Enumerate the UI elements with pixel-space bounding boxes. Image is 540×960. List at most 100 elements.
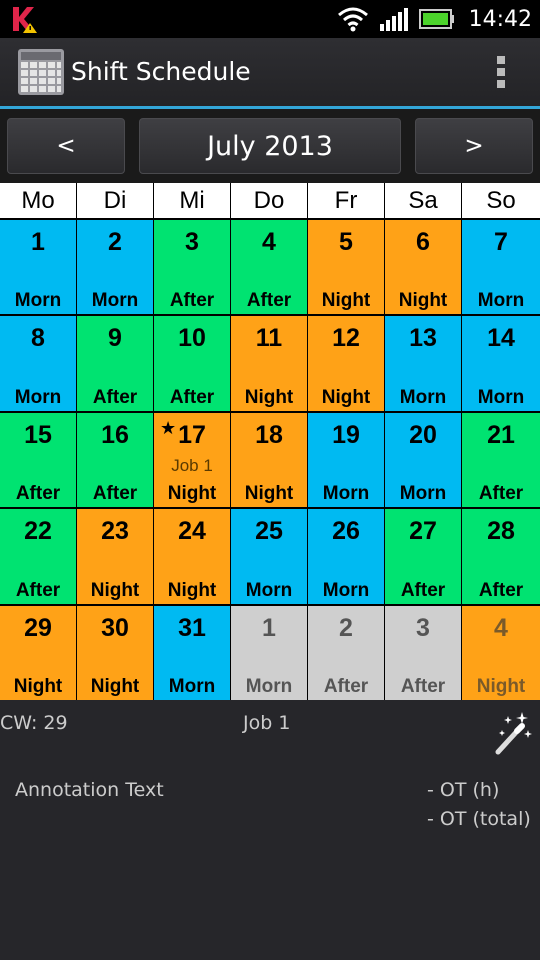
shift-label: Morn bbox=[477, 386, 525, 408]
shift-label: Night bbox=[244, 483, 294, 505]
calendar-day-cell[interactable]: 8 Morn bbox=[0, 316, 76, 411]
overtime-hours: - OT (h) bbox=[427, 779, 500, 801]
app-title: Shift Schedule bbox=[71, 57, 251, 86]
calendar-day-cell[interactable]: 19 Morn bbox=[308, 412, 384, 508]
calendar-day-cell[interactable]: 9 After bbox=[77, 316, 153, 411]
app-calendar-icon[interactable] bbox=[18, 49, 64, 95]
shift-label: Morn bbox=[245, 579, 293, 601]
calendar-day-cell[interactable]: 5 Night bbox=[308, 220, 384, 315]
signal-icon bbox=[379, 8, 408, 31]
shift-label: Night bbox=[321, 386, 371, 408]
calendar-day-cell[interactable]: 2 Morn bbox=[77, 220, 153, 315]
shift-label: After bbox=[478, 579, 524, 601]
shift-label: Morn bbox=[322, 579, 370, 601]
calendar-day-cell[interactable]: 1 Morn bbox=[231, 605, 307, 700]
calendar-day-cell[interactable]: 1 Morn bbox=[0, 220, 76, 315]
day-number: 28 bbox=[487, 517, 515, 546]
month-title-button[interactable]: July 2013 bbox=[139, 118, 401, 174]
day-number: 22 bbox=[24, 517, 52, 546]
day-number: 4 bbox=[494, 613, 508, 642]
weekday-header: Mo bbox=[0, 183, 76, 218]
calendar-day-cell[interactable]: 29 Night bbox=[0, 605, 76, 700]
day-number: 30 bbox=[101, 613, 129, 642]
weekday-header: Sa bbox=[385, 183, 461, 218]
shift-label: Morn bbox=[91, 290, 139, 312]
shift-label: Morn bbox=[322, 483, 370, 505]
weekday-header: Fr bbox=[308, 183, 384, 218]
shift-label: Morn bbox=[399, 483, 447, 505]
shift-label: Night bbox=[90, 675, 140, 697]
calendar-day-cell[interactable]: 25 Morn bbox=[231, 509, 307, 604]
calendar-day-cell[interactable]: 13 Morn bbox=[385, 316, 461, 411]
annotation-text: Annotation Text bbox=[15, 779, 164, 801]
calendar-grid: Mo Di Mi Do Fr Sa So 1 Morn 2 Morn 3 After 4 Af… bbox=[0, 183, 540, 700]
calendar-day-cell[interactable]: 31 Morn bbox=[154, 605, 230, 700]
k-notification-icon bbox=[10, 4, 40, 34]
weekday-header: Di bbox=[77, 183, 153, 218]
shift-label: Morn bbox=[168, 675, 216, 697]
calendar-week-label: CW: 29 bbox=[0, 712, 68, 734]
shift-label: Night bbox=[398, 290, 448, 312]
calendar-day-cell[interactable]: 20 Morn bbox=[385, 412, 461, 508]
day-number: 6 bbox=[416, 228, 430, 256]
calendar-day-cell[interactable]: 22 After bbox=[0, 509, 76, 604]
calendar-day-cell[interactable]: 4 Night bbox=[462, 605, 540, 700]
shift-label: After bbox=[169, 386, 215, 408]
day-number: 16 bbox=[101, 420, 129, 449]
calendar-day-cell[interactable]: 23 Night bbox=[77, 509, 153, 604]
calendar-day-cell[interactable]: ★ 17 Job 1 Night bbox=[154, 412, 230, 508]
calendar-day-cell[interactable]: 14 Morn bbox=[462, 316, 540, 411]
day-number: 3 bbox=[185, 228, 199, 256]
shift-label: Morn bbox=[245, 675, 293, 697]
overflow-menu-icon[interactable] bbox=[494, 56, 508, 90]
day-number: 4 bbox=[262, 228, 276, 256]
day-number: 25 bbox=[255, 517, 283, 546]
calendar-day-cell[interactable]: 10 After bbox=[154, 316, 230, 411]
calendar-day-cell[interactable]: 11 Night bbox=[231, 316, 307, 411]
shift-label: After bbox=[323, 675, 369, 697]
day-number: 14 bbox=[487, 324, 515, 353]
calendar-day-cell[interactable]: 12 Night bbox=[308, 316, 384, 411]
shift-label: Morn bbox=[399, 386, 447, 408]
day-number: 17 bbox=[178, 420, 206, 449]
calendar-day-cell[interactable]: 6 Night bbox=[385, 220, 461, 315]
day-number: 2 bbox=[108, 228, 122, 256]
day-number: 1 bbox=[262, 613, 276, 642]
shift-label: Night bbox=[476, 675, 526, 697]
shift-label: After bbox=[169, 290, 215, 312]
weekday-header: So bbox=[462, 183, 540, 218]
calendar-day-cell[interactable]: 16 After bbox=[77, 412, 153, 508]
month-navigation: < July 2013 > bbox=[0, 109, 540, 183]
shift-label: After bbox=[478, 483, 524, 505]
wifi-icon bbox=[337, 7, 368, 32]
calendar-day-cell[interactable]: 27 After bbox=[385, 509, 461, 604]
calendar-day-cell[interactable]: 4 After bbox=[231, 220, 307, 315]
calendar-day-cell[interactable]: 3 After bbox=[154, 220, 230, 315]
shift-label: After bbox=[400, 579, 446, 601]
weekday-header: Mi bbox=[154, 183, 230, 218]
calendar-day-cell[interactable]: 28 After bbox=[462, 509, 540, 604]
calendar-day-cell[interactable]: 24 Night bbox=[154, 509, 230, 604]
calendar-day-cell[interactable]: 30 Night bbox=[77, 605, 153, 700]
calendar-day-cell[interactable]: 2 After bbox=[308, 605, 384, 700]
next-month-button[interactable]: > bbox=[415, 118, 533, 174]
calendar-day-cell[interactable]: 7 Morn bbox=[462, 220, 540, 315]
calendar-day-cell[interactable]: 21 After bbox=[462, 412, 540, 508]
shift-label: After bbox=[92, 386, 138, 408]
calendar-day-cell[interactable]: 26 Morn bbox=[308, 509, 384, 604]
shift-label: Night bbox=[167, 579, 217, 601]
day-number: 23 bbox=[101, 517, 129, 546]
day-number: 13 bbox=[409, 324, 437, 353]
shift-label: Night bbox=[244, 386, 294, 408]
calendar-day-cell[interactable]: 3 After bbox=[385, 605, 461, 700]
previous-month-button[interactable]: < bbox=[7, 118, 125, 174]
calendar-day-cell[interactable]: 18 Night bbox=[231, 412, 307, 508]
calendar-day-cell[interactable]: 15 After bbox=[0, 412, 76, 508]
shift-label: After bbox=[246, 290, 292, 312]
magic-wand-icon[interactable] bbox=[490, 708, 532, 762]
shift-label: Morn bbox=[477, 290, 525, 312]
day-number: 19 bbox=[332, 420, 360, 449]
day-number: 20 bbox=[409, 420, 437, 449]
shift-label: After bbox=[15, 579, 61, 601]
battery-icon bbox=[418, 9, 454, 29]
